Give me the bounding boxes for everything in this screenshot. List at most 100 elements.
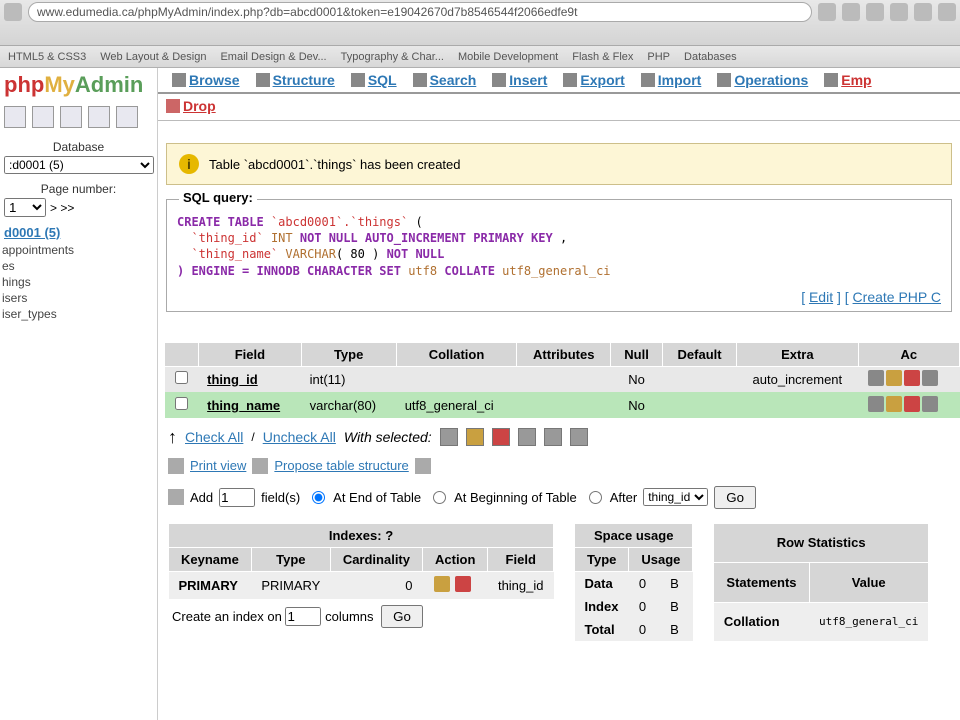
search-icon [413, 73, 427, 87]
add-count-input[interactable] [219, 488, 255, 507]
index-selected-icon[interactable] [570, 428, 588, 446]
row-checkbox[interactable] [175, 397, 188, 410]
print-view-link[interactable]: Print view [190, 458, 246, 473]
structure-icon [256, 73, 270, 87]
query-icon[interactable] [116, 106, 138, 128]
ext-icon[interactable] [938, 3, 956, 21]
tab-import[interactable]: Import [633, 68, 710, 92]
index-go-button[interactable]: Go [381, 605, 423, 628]
tab-operations[interactable]: Operations [709, 68, 816, 92]
browse-icon[interactable] [868, 370, 884, 386]
index-columns-input[interactable] [285, 607, 321, 626]
reload-button[interactable] [4, 3, 22, 21]
indexes-table: Indexes: ? Keyname Type Cardinality Acti… [168, 523, 554, 599]
drop-index-icon[interactable] [455, 576, 471, 592]
page-select[interactable]: 1 [4, 198, 46, 217]
ext-icon[interactable] [866, 3, 884, 21]
at-begin-radio[interactable] [433, 491, 446, 504]
bookmark-item[interactable]: Typography & Char... [341, 51, 444, 63]
col-field: Field [199, 342, 301, 366]
tab-search[interactable]: Search [405, 68, 485, 92]
space-usage-table: Space usage TypeUsage Data0B Index0B Tot… [574, 523, 693, 641]
help-icon[interactable] [415, 458, 431, 474]
primary-selected-icon[interactable] [518, 428, 536, 446]
ext-icon[interactable] [818, 3, 836, 21]
at-end-radio[interactable] [312, 491, 325, 504]
bookmark-item[interactable]: Mobile Development [458, 51, 558, 63]
ext-icon[interactable] [914, 3, 932, 21]
bookmark-item[interactable]: Flash & Flex [572, 51, 633, 63]
ext-icon[interactable] [842, 3, 860, 21]
field-name[interactable]: thing_name [199, 392, 301, 418]
field-name[interactable]: thing_id [199, 366, 301, 392]
logo: phpMyAdmin [0, 70, 157, 100]
unique-selected-icon[interactable] [544, 428, 562, 446]
edit-icon[interactable] [886, 370, 902, 386]
sql-icon [351, 73, 365, 87]
delete-selected-icon[interactable] [492, 428, 510, 446]
drop-link[interactable]: Drop [166, 98, 216, 114]
table-item[interactable]: appointments [2, 242, 157, 258]
delete-icon[interactable] [904, 396, 920, 412]
insert-icon [492, 73, 506, 87]
check-row: ↑ Check All / Uncheck All With selected: [158, 423, 960, 452]
edit-selected-icon[interactable] [466, 428, 484, 446]
tab-empty[interactable]: Emp [816, 68, 879, 92]
docs-icon[interactable] [88, 106, 110, 128]
bookmark-item[interactable]: Email Design & Dev... [220, 51, 326, 63]
row-statistics-table: Row Statistics StatementsValue Collation… [713, 523, 928, 641]
export-icon [563, 73, 577, 87]
info-icon: i [179, 154, 199, 174]
more-icon[interactable] [922, 396, 938, 412]
drop-icon [166, 99, 180, 113]
database-select[interactable]: :d0001 (5) [4, 156, 154, 174]
bookmark-item[interactable]: Databases [684, 51, 737, 63]
add-go-button[interactable]: Go [714, 486, 756, 509]
browse-icon[interactable] [868, 396, 884, 412]
tab-export[interactable]: Export [555, 68, 632, 92]
table-item[interactable]: iser_types [2, 306, 157, 322]
create-php-link[interactable]: Create PHP C [853, 289, 941, 305]
after-field-select[interactable]: thing_id [643, 488, 708, 506]
uncheck-all-link[interactable]: Uncheck All [263, 429, 336, 445]
browser-chrome: www.edumedia.ca/phpMyAdmin/index.php?db=… [0, 0, 960, 46]
delete-icon[interactable] [904, 370, 920, 386]
logout-icon[interactable] [32, 106, 54, 128]
database-label: Database [0, 140, 157, 154]
propose-link[interactable]: Propose table structure [274, 458, 408, 473]
url-bar[interactable]: www.edumedia.ca/phpMyAdmin/index.php?db=… [28, 2, 812, 22]
table-row: thing_name varchar(80) utf8_general_ci N… [165, 392, 960, 418]
sql-icon[interactable] [60, 106, 82, 128]
home-icon[interactable] [4, 106, 26, 128]
edit-sql-link[interactable]: Edit [809, 289, 833, 305]
sql-body: CREATE TABLE `abcd0001`.`things` ( `thin… [167, 200, 951, 285]
more-icon[interactable] [922, 370, 938, 386]
row-checkbox[interactable] [175, 371, 188, 384]
tab-browse[interactable]: Browse [164, 68, 248, 92]
after-radio[interactable] [589, 491, 602, 504]
bookmarks-bar: HTML5 & CSS3 Web Layout & Design Email D… [0, 46, 960, 68]
col-type: Type [301, 342, 396, 366]
ext-icon[interactable] [890, 3, 908, 21]
table-item[interactable]: hings [2, 274, 157, 290]
edit-icon[interactable] [886, 396, 902, 412]
db-link[interactable]: d0001 (5) [0, 219, 157, 242]
col-default: Default [663, 342, 737, 366]
tab-insert[interactable]: Insert [484, 68, 555, 92]
edit-index-icon[interactable] [434, 576, 450, 592]
bookmark-item[interactable]: HTML5 & CSS3 [8, 51, 86, 63]
help-icon[interactable]: ? [385, 528, 393, 543]
table-item[interactable]: es [2, 258, 157, 274]
check-all-link[interactable]: Check All [185, 429, 243, 445]
with-selected-label: With selected: [344, 429, 432, 445]
bookmark-item[interactable]: PHP [647, 51, 670, 63]
tab-structure[interactable]: Structure [248, 68, 343, 92]
operations-icon [717, 73, 731, 87]
browse-selected-icon[interactable] [440, 428, 458, 446]
add-icon [168, 489, 184, 505]
bookmark-item[interactable]: Web Layout & Design [100, 51, 206, 63]
page-nav[interactable]: > >> [50, 201, 74, 215]
table-item[interactable]: isers [2, 290, 157, 306]
tab-sql[interactable]: SQL [343, 68, 405, 92]
empty-icon [824, 73, 838, 87]
